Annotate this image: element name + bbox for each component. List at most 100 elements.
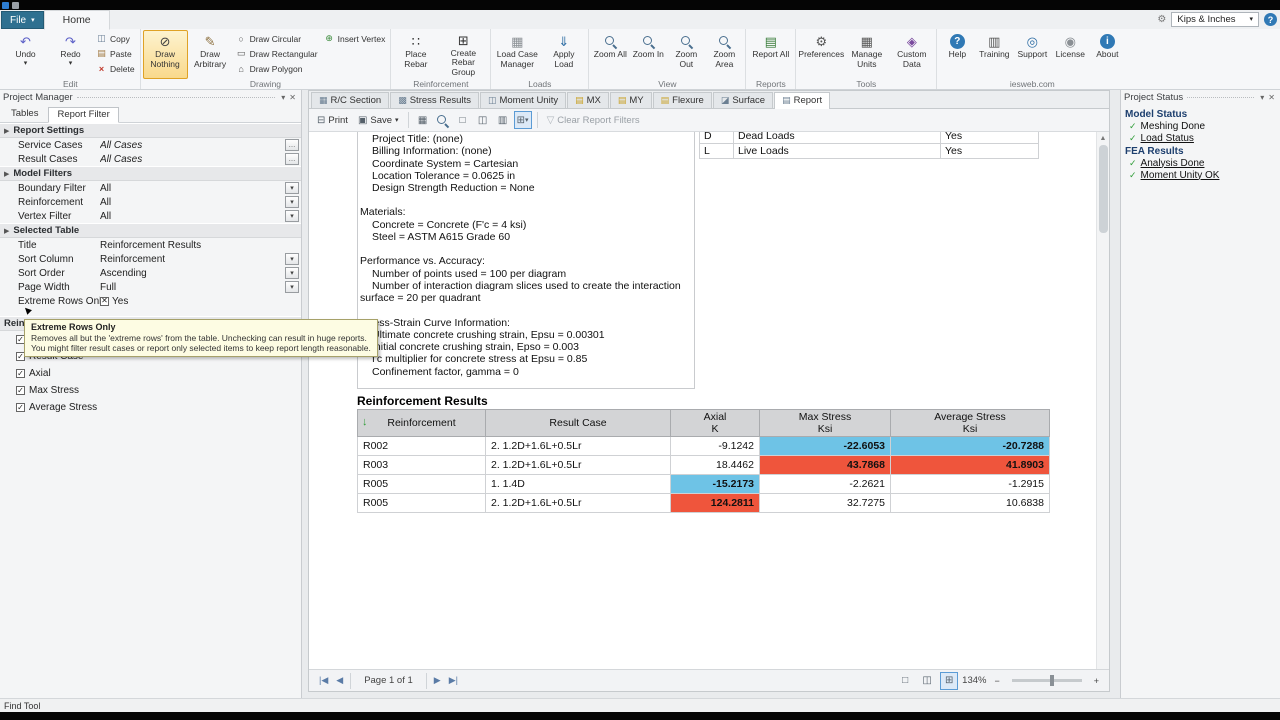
chevron-down-icon[interactable]: ▾ — [1258, 93, 1266, 102]
checkbox-checked-icon[interactable]: ✓ — [16, 369, 25, 378]
ellipsis-button[interactable]: … — [285, 153, 299, 165]
draw-nothing-button[interactable]: ⊘ Draw Nothing — [142, 30, 188, 79]
sort-column-value[interactable]: Reinforcement — [100, 254, 283, 265]
table-title-value[interactable]: Reinforcement Results — [100, 240, 299, 251]
clear-report-filters-button[interactable]: ▽ Clear Report Filters — [543, 113, 644, 128]
copy-button[interactable]: ◫ Copy — [93, 31, 138, 46]
zoom-out-button[interactable]: − — [990, 676, 1003, 686]
column-header-result-case[interactable]: Result Case — [485, 409, 671, 437]
find-button[interactable] — [434, 111, 452, 129]
draw-arbitrary-button[interactable]: ✎ Draw Arbitrary — [188, 30, 233, 79]
previous-page-button[interactable]: ◀ — [332, 675, 347, 686]
reinforcement-filter-value[interactable]: All — [100, 197, 283, 208]
continuous-view-button[interactable]: ▥ — [494, 111, 512, 129]
column-header-average-stress[interactable]: Average Stress Ksi — [890, 409, 1050, 437]
dropdown-button[interactable]: ▾ — [285, 196, 299, 208]
tab-moment-unity[interactable]: ◫ Moment Unity — [479, 92, 567, 108]
close-icon[interactable]: ✕ — [1266, 93, 1277, 102]
last-page-button[interactable]: ▶| — [445, 675, 462, 686]
table-options-button[interactable]: ▦ — [414, 111, 432, 129]
delete-button[interactable]: × Delete — [93, 61, 138, 76]
tab-flexure[interactable]: ▤ Flexure — [652, 92, 712, 108]
print-button[interactable]: ⊟ Print — [313, 113, 352, 128]
close-icon[interactable]: ✕ — [287, 93, 298, 102]
tab-report-filter[interactable]: Report Filter — [48, 107, 119, 123]
first-page-button[interactable]: |◀ — [315, 675, 332, 686]
unit-settings-icon[interactable]: ⚙ — [1157, 14, 1166, 25]
tab-tables[interactable]: Tables — [2, 106, 47, 122]
about-button[interactable]: i About — [1089, 30, 1125, 79]
zoom-slider[interactable] — [1011, 675, 1082, 686]
menu-icon[interactable] — [12, 1, 19, 9]
two-page-view-button[interactable]: ◫ — [474, 111, 492, 129]
status-item-analysis-done[interactable]: ✓ Analysis Done — [1125, 157, 1276, 169]
training-button[interactable]: ▥ Training — [975, 30, 1013, 79]
vertical-scrollbar[interactable]: ▲ — [1096, 132, 1109, 669]
single-page-view-button[interactable]: □ — [896, 672, 914, 690]
preferences-button[interactable]: ⚙ Preferences — [798, 30, 844, 79]
vertex-filter-value[interactable]: All — [100, 211, 283, 222]
save-button[interactable]: ▣ Save ▾ — [354, 113, 403, 128]
custom-data-button[interactable]: ◈ Custom Data — [889, 30, 934, 79]
draw-polygon-button[interactable]: ⌂ Draw Polygon — [233, 61, 321, 76]
column-header-axial[interactable]: Axial K — [670, 409, 760, 437]
next-page-button[interactable]: ▶ — [430, 675, 445, 686]
license-button[interactable]: ◉ License — [1051, 30, 1089, 79]
column-checkbox-average-stress[interactable]: ✓ Average Stress — [0, 399, 301, 416]
service-cases-value[interactable]: All Cases — [100, 140, 283, 151]
zoom-slider-thumb[interactable] — [1050, 675, 1055, 686]
dropdown-button[interactable]: ▾ — [285, 210, 299, 222]
tab-surface[interactable]: ◪ Surface — [712, 92, 774, 108]
scroll-up-icon[interactable]: ▲ — [1100, 132, 1107, 144]
help-button[interactable]: ? Help — [939, 30, 975, 79]
section-report-settings[interactable]: ▶ Report Settings — [0, 123, 301, 138]
zoom-in-button[interactable]: Zoom In — [629, 30, 667, 79]
column-checkbox-axial[interactable]: ✓ Axial — [0, 365, 301, 382]
column-header-reinforcement[interactable]: ↓ Reinforcement — [357, 409, 486, 437]
dropdown-button[interactable]: ▾ — [285, 267, 299, 279]
help-icon[interactable]: ? — [1264, 13, 1277, 26]
checkbox-checked-icon[interactable]: ✕ — [100, 296, 109, 306]
single-page-view-button[interactable]: □ — [454, 111, 472, 129]
grid-view-button[interactable]: ⊞ — [940, 671, 959, 690]
create-rebar-group-button[interactable]: ⊞ Create Rebar Group — [438, 30, 488, 79]
dropdown-button[interactable]: ▾ — [285, 281, 299, 293]
place-rebar-button[interactable]: ∷ Place Rebar — [393, 30, 438, 79]
tab-stress-results[interactable]: ▩ Stress Results — [390, 92, 479, 108]
grid-view-button[interactable]: ⊞ ▾ — [513, 111, 532, 129]
zoom-area-button[interactable]: Zoom Area — [705, 30, 743, 79]
manage-units-button[interactable]: ▦ Manage Units — [844, 30, 889, 79]
draw-rectangular-button[interactable]: ▭ Draw Rectangular — [233, 46, 321, 61]
checkbox-checked-icon[interactable]: ✓ — [16, 386, 25, 395]
tab-home[interactable]: Home — [43, 10, 110, 30]
sort-order-value[interactable]: Ascending — [100, 268, 283, 279]
units-selector[interactable]: Kips & Inches ▾ — [1171, 12, 1259, 27]
section-model-filters[interactable]: ▶ Model Filters — [0, 166, 301, 181]
dropdown-button[interactable]: ▾ — [285, 182, 299, 194]
zoom-in-button[interactable]: + — [1090, 676, 1103, 686]
column-checkbox-max-stress[interactable]: ✓ Max Stress — [0, 382, 301, 399]
report-all-button[interactable]: ▤ Report All — [748, 30, 793, 79]
section-selected-table[interactable]: ▶ Selected Table — [0, 223, 301, 238]
status-item-moment-unity-ok[interactable]: ✓ Moment Unity OK — [1125, 169, 1276, 181]
result-cases-value[interactable]: All Cases — [100, 154, 283, 165]
checkbox-checked-icon[interactable]: ✓ — [16, 403, 25, 412]
file-menu-button[interactable]: File ▾ — [1, 11, 44, 29]
scrollbar-thumb[interactable] — [1098, 145, 1108, 233]
page-width-value[interactable]: Full — [100, 282, 283, 293]
insert-vertex-button[interactable]: ⊕ Insert Vertex — [321, 31, 389, 46]
boundary-filter-value[interactable]: All — [100, 183, 283, 194]
paste-button[interactable]: ▤ Paste — [93, 46, 138, 61]
draw-circular-button[interactable]: ○ Draw Circular — [233, 31, 321, 46]
chevron-down-icon[interactable]: ▾ — [279, 93, 287, 102]
redo-button[interactable]: ↷ Redo ▾ — [48, 30, 93, 79]
ellipsis-button[interactable]: … — [285, 139, 299, 151]
tab-rc-section[interactable]: ▦ R/C Section — [311, 92, 390, 108]
status-item-load-status[interactable]: ✓ Load Status — [1125, 132, 1276, 144]
undo-button[interactable]: ↶ Undo ▾ — [3, 30, 48, 79]
dropdown-button[interactable]: ▾ — [285, 253, 299, 265]
two-page-view-button[interactable]: ◫ — [918, 672, 936, 690]
zoom-out-button[interactable]: Zoom Out — [667, 30, 705, 79]
apply-load-button[interactable]: ⇓ Apply Load — [541, 30, 586, 79]
tab-report[interactable]: ▤ Report — [774, 92, 831, 109]
